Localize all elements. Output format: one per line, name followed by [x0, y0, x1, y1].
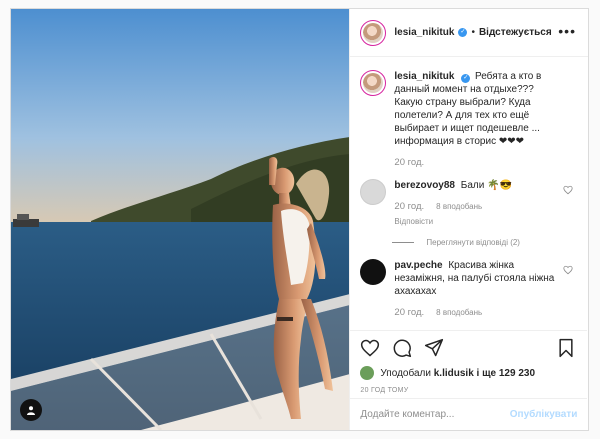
caption-avatar[interactable] [360, 70, 387, 96]
post-photo[interactable] [11, 9, 350, 430]
verified-icon: ✓ [461, 74, 471, 83]
share-icon[interactable] [424, 338, 444, 358]
author-username[interactable]: lesia_nikituk [394, 27, 454, 38]
comment-item: pav.peche Красива жінка незаміжня, на па… [360, 259, 577, 319]
bookmark-icon[interactable] [557, 338, 575, 358]
comment-time[interactable]: 20 год. [394, 306, 424, 319]
separator-dot: • [471, 27, 475, 38]
caption: lesia_nikituk ✓ Ребята а кто в данный мо… [360, 70, 577, 169]
comment-username[interactable]: pav.peche [394, 260, 442, 271]
comment-time[interactable]: 20 год. [394, 200, 424, 213]
caption-username[interactable]: lesia_nikituk [394, 71, 454, 82]
comment-text: Бали 🌴😎 [460, 180, 513, 191]
heart-icon[interactable] [360, 338, 380, 358]
likes-summary: Уподобали k.lidusik і ще 129 230 [360, 366, 577, 380]
post-sidebar: lesia_nikituk ✓ • Відстежується ••• lesi… [349, 9, 588, 430]
comments-list: lesia_nikituk ✓ Ребята а кто в данный мо… [350, 58, 587, 329]
view-replies-label: Переглянути відповіді (2) [426, 238, 520, 247]
likes-prefix: Уподобали [380, 367, 431, 379]
commenter-avatar[interactable] [360, 259, 387, 285]
comment-likes[interactable]: 8 вподобань [436, 306, 482, 319]
heart-icon[interactable] [563, 265, 573, 275]
instagram-post: lesia_nikituk ✓ • Відстежується ••• lesi… [10, 8, 589, 431]
reply-button[interactable]: Відповісти [394, 215, 564, 228]
following-button[interactable]: Відстежується [479, 27, 552, 38]
comment-icon[interactable] [392, 338, 412, 358]
post-comment-button[interactable]: Опублікувати [510, 409, 578, 420]
photo-image [11, 9, 350, 430]
author-avatar[interactable] [360, 19, 387, 46]
comment-input[interactable] [360, 409, 510, 420]
more-icon[interactable]: ••• [558, 24, 576, 38]
post-date[interactable]: 20 ГОД ТОМУ [360, 387, 577, 394]
likes-count[interactable]: і ще 129 230 [477, 368, 535, 379]
verified-icon: ✓ [458, 28, 468, 37]
heart-icon[interactable] [563, 185, 573, 195]
post-header: lesia_nikituk ✓ • Відстежується ••• [350, 9, 588, 57]
add-comment-bar: Опублікувати [350, 398, 588, 430]
caption-text: Ребята а кто в данный момент на отдыхе??… [394, 71, 542, 147]
comment-likes[interactable]: 8 вподобань [436, 200, 482, 213]
post-actions: Уподобали k.lidusik і ще 129 230 20 ГОД … [350, 330, 588, 394]
user-tag-icon[interactable] [20, 399, 42, 421]
caption-time[interactable]: 20 год. [394, 156, 424, 169]
comment-username[interactable]: berezovoy88 [394, 180, 455, 191]
commenter-avatar[interactable] [360, 179, 387, 205]
view-replies[interactable]: Переглянути відповіді (2) [392, 238, 577, 247]
comment-item: berezovoy88 Бали 🌴😎 20 год. 8 вподобань … [360, 179, 577, 228]
liker-avatar[interactable] [360, 366, 375, 380]
likes-user[interactable]: k.lidusik [434, 368, 474, 379]
